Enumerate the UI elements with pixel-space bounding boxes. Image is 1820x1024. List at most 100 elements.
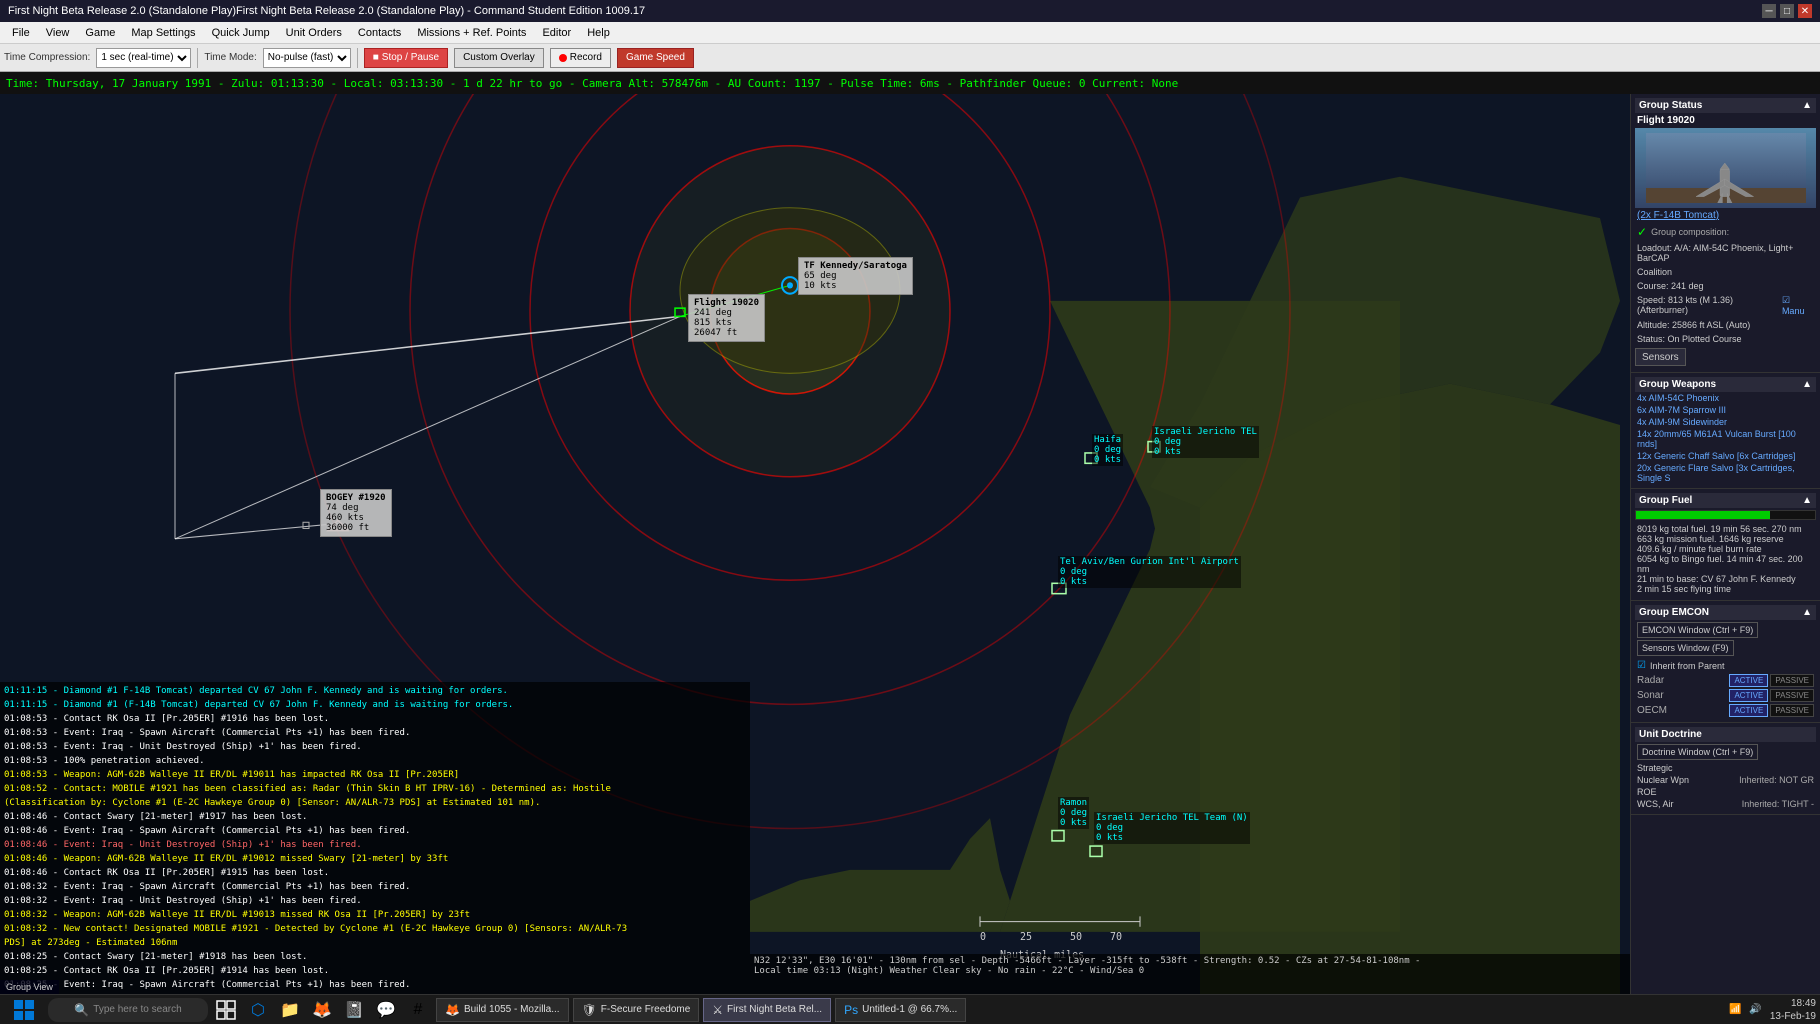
log-entry-21: 01:08:25 - Event: Iraq - Spawn Aircraft … <box>4 978 746 992</box>
menu-help[interactable]: Help <box>579 25 618 41</box>
weapon-2[interactable]: 4x AIM-9M Sidewinder <box>1635 416 1816 428</box>
tel-aviv-label: Tel Aviv/Ben Gurion Int'l Airport0 deg0 … <box>1058 556 1241 588</box>
coalition-label: Coalition <box>1635 265 1816 279</box>
firstnight-icon: ⚔ <box>712 1003 723 1017</box>
search-bar[interactable]: 🔍 Type here to search <box>48 998 208 1022</box>
aircraft-link[interactable]: (2x F-14B Tomcat) <box>1637 210 1814 221</box>
fuel-line-2: 409.6 kg / minute fuel burn rate <box>1637 544 1814 554</box>
taskbar-files-icon[interactable]: 📁 <box>276 998 304 1022</box>
weapon-1[interactable]: 6x AIM-7M Sparrow III <box>1635 404 1816 416</box>
menu-missions[interactable]: Missions + Ref. Points <box>409 25 534 41</box>
radar-label: Radar <box>1637 675 1677 686</box>
oecm-active-button[interactable]: ACTIVE <box>1729 704 1768 717</box>
custom-overlay-button[interactable]: Custom Overlay <box>454 48 544 68</box>
menu-quick-jump[interactable]: Quick Jump <box>204 25 278 41</box>
log-panel[interactable]: 01:11:15 - Diamond #1 F-14B Tomcat) depa… <box>0 682 750 994</box>
taskbar-mozilla-app[interactable]: 🦊 Build 1055 - Mozilla... <box>436 998 569 1022</box>
taskbar-photoshop-app[interactable]: Ps Untitled-1 @ 66.7%... <box>835 998 966 1022</box>
maximize-button[interactable]: □ <box>1780 4 1794 18</box>
aircraft-image-svg <box>1646 133 1806 203</box>
close-button[interactable]: ✕ <box>1798 4 1812 18</box>
log-entry-16: 01:08:32 - Weapon: AGM-62B Walleye II ER… <box>4 908 746 922</box>
record-button[interactable]: Record <box>550 48 611 68</box>
doctrine-window-button[interactable]: Doctrine Window (Ctrl + F9) <box>1637 744 1758 760</box>
flight-19020-tooltip: Flight 19020241 deg815 kts26047 ft <box>688 294 765 342</box>
weapon-5[interactable]: 20x Generic Flare Salvo [3x Cartridges, … <box>1635 462 1816 484</box>
network-icon[interactable]: 📶 <box>1729 1004 1741 1015</box>
taskbar-edge-icon[interactable]: ⬡ <box>244 998 272 1022</box>
log-entry-1: 01:11:15 - Diamond #1 (F-14B Tomcat) dep… <box>4 698 746 712</box>
oecm-passive-button[interactable]: PASSIVE <box>1770 704 1814 717</box>
mozilla-label: Build 1055 - Mozilla... <box>464 1004 560 1015</box>
taskbar-right: 📶 🔊 18:49 13-Feb-19 <box>1729 997 1816 1023</box>
menu-game[interactable]: Game <box>77 25 123 41</box>
group-status-chevron[interactable]: ▲ <box>1802 100 1812 111</box>
menu-bar: File View Game Map Settings Quick Jump U… <box>0 22 1820 44</box>
haifa-label: Haifa0 deg0 kts <box>1092 434 1123 466</box>
oecm-label: OECM <box>1637 705 1677 716</box>
task-view-button[interactable] <box>212 998 240 1022</box>
emcon-window-button[interactable]: EMCON Window (Ctrl + F9) <box>1637 622 1758 638</box>
map-area[interactable]: 0 25 50 70 Nautical miles TF Kennedy/Sar… <box>0 94 1630 994</box>
menu-unit-orders[interactable]: Unit Orders <box>278 25 350 41</box>
inherit-checkbox[interactable]: ☑ <box>1637 660 1646 671</box>
log-entry-20: 01:08:25 - Contact RK Osa II [Pr.205ER] … <box>4 964 746 978</box>
taskbar: 🔍 Type here to search ⬡ 📁 🦊 📓 💬 # 🦊 Buil… <box>0 994 1820 1024</box>
taskbar-start-button[interactable] <box>4 998 44 1022</box>
log-entry-4: 01:08:53 - Event: Iraq - Unit Destroyed … <box>4 740 746 754</box>
menu-file[interactable]: File <box>4 25 38 41</box>
sensors-window-button[interactable]: Sensors Window (F9) <box>1637 640 1734 656</box>
taskbar-teams-icon[interactable]: 💬 <box>372 998 400 1022</box>
group-emcon-title: Group EMCON <box>1639 607 1709 618</box>
status-label: Status: On Plotted Course <box>1635 332 1816 346</box>
time-mode-label: Time Mode: <box>204 52 256 63</box>
oecm-row: OECM ACTIVE PASSIVE <box>1635 703 1816 718</box>
weapon-3[interactable]: 14x 20mm/65 M61A1 Vulcan Burst [100 rnds… <box>1635 428 1816 450</box>
group-weapons-chevron[interactable]: ▲ <box>1802 379 1812 390</box>
minimize-button[interactable]: ─ <box>1762 4 1776 18</box>
radar-active-button[interactable]: ACTIVE <box>1729 674 1768 687</box>
time-compression-select[interactable]: 1 sec (real-time) 5 sec 15 sec <box>96 48 191 68</box>
taskbar-freedome-app[interactable]: 🛡 F-Secure Freedome <box>573 998 700 1022</box>
log-entry-10: 01:08:46 - Event: Iraq - Spawn Aircraft … <box>4 824 746 838</box>
firstnight-label: First Night Beta Rel... <box>727 1004 822 1015</box>
game-speed-button[interactable]: Game Speed <box>617 48 694 68</box>
svg-text:50: 50 <box>1070 932 1082 943</box>
status-text: Time: Thursday, 17 January 1991 - Zulu: … <box>6 77 1178 90</box>
taskbar-slack-icon[interactable]: # <box>404 998 432 1022</box>
taskbar-onenote-icon[interactable]: 📓 <box>340 998 368 1022</box>
taskbar-firefox-icon[interactable]: 🦊 <box>308 998 336 1022</box>
menu-map-settings[interactable]: Map Settings <box>123 25 203 41</box>
log-entry-0: 01:11:15 - Diamond #1 F-14B Tomcat) depa… <box>4 684 746 698</box>
weapon-4[interactable]: 12x Generic Chaff Salvo [6x Cartridges] <box>1635 450 1816 462</box>
group-status-section: Group Status ▲ Flight 19020 <box>1631 94 1820 373</box>
sonar-passive-button[interactable]: PASSIVE <box>1770 689 1814 702</box>
stop-pause-button[interactable]: ■ Stop / Pause <box>364 48 448 68</box>
sonar-label: Sonar <box>1637 690 1677 701</box>
volume-icon[interactable]: 🔊 <box>1749 1004 1761 1015</box>
group-status-title: Group Status <box>1639 100 1702 111</box>
speed-row: Speed: 813 kts (M 1.36) (Afterburner) ☑ … <box>1635 293 1816 318</box>
group-emcon-chevron[interactable]: ▲ <box>1802 607 1812 618</box>
nuclear-value: Inherited: NOT GR <box>1739 775 1814 785</box>
sonar-active-button[interactable]: ACTIVE <box>1729 689 1768 702</box>
menu-editor[interactable]: Editor <box>534 25 579 41</box>
log-entry-3: 01:08:53 - Event: Iraq - Spawn Aircraft … <box>4 726 746 740</box>
title-text: First Night Beta Release 2.0 (Standalone… <box>8 5 645 17</box>
toolbar-sep-1 <box>197 48 198 68</box>
search-icon: 🔍 <box>74 1003 89 1017</box>
menu-contacts[interactable]: Contacts <box>350 25 409 41</box>
radar-passive-button[interactable]: PASSIVE <box>1770 674 1814 687</box>
menu-view[interactable]: View <box>38 25 78 41</box>
strategic-label: Strategic <box>1637 763 1673 773</box>
time-mode-select[interactable]: No-pulse (fast) Pulsed <box>263 48 351 68</box>
group-fuel-chevron[interactable]: ▲ <box>1802 495 1812 506</box>
log-entry-5: 01:08:53 - 100% penetration achieved. <box>4 754 746 768</box>
taskbar-firstnight-app[interactable]: ⚔ First Night Beta Rel... <box>703 998 831 1022</box>
mozilla-icon: 🦊 <box>445 1003 460 1017</box>
manu-checkbox[interactable]: ☑ Manu <box>1782 295 1814 316</box>
sensors-button[interactable]: Sensors <box>1635 348 1686 366</box>
weapon-0[interactable]: 4x AIM-54C Phoenix <box>1635 392 1816 404</box>
speed-label: Speed: 813 kts (M 1.36) (Afterburner) <box>1637 295 1782 316</box>
group-weapons-section: Group Weapons ▲ 4x AIM-54C Phoenix 6x AI… <box>1631 373 1820 489</box>
